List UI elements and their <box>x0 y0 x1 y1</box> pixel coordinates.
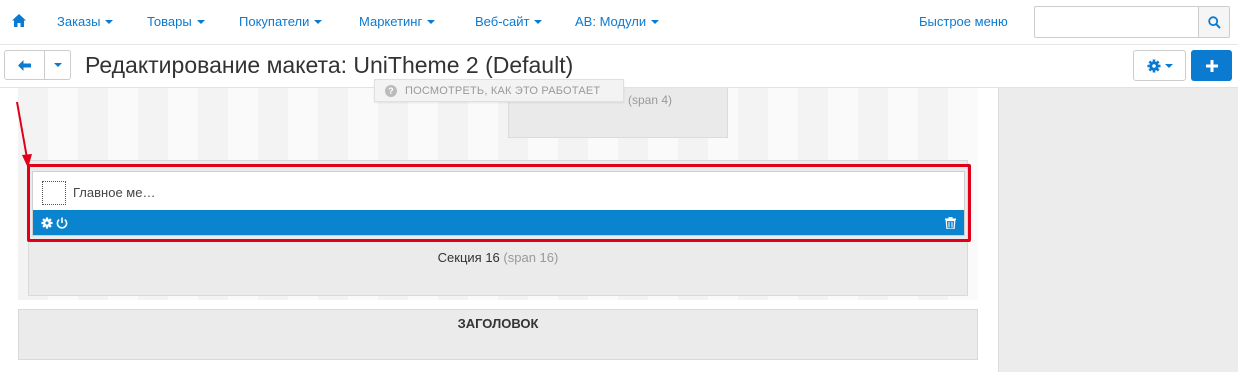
search-icon <box>1207 15 1221 29</box>
nav-orders-label: Заказы <box>57 14 101 29</box>
section-16-label: Секция 16 (span 16) <box>0 250 996 265</box>
section-span: (span 16) <box>503 250 559 265</box>
section-name: Секция 16 <box>437 250 500 265</box>
quick-menu-link[interactable]: Быстрое меню <box>919 14 1008 29</box>
main-menu-block[interactable]: Главное ме… <box>32 171 965 236</box>
trash-icon[interactable] <box>945 216 956 234</box>
chevron-down-icon <box>427 20 436 24</box>
nav-products[interactable]: Товары <box>147 14 205 29</box>
nav-marketing[interactable]: Маркетинг <box>359 14 436 29</box>
back-button-group <box>4 50 71 80</box>
search-button[interactable] <box>1198 7 1229 37</box>
gear-icon[interactable] <box>41 216 53 234</box>
gear-icon <box>1147 59 1160 72</box>
chevron-down-icon <box>651 20 660 24</box>
arrow-left-icon <box>18 59 31 71</box>
nav-website-label: Веб-сайт <box>475 14 530 29</box>
question-icon: ? <box>385 84 397 97</box>
back-button[interactable] <box>5 51 45 79</box>
power-icon[interactable] <box>56 216 68 234</box>
nav-orders[interactable]: Заказы <box>57 14 114 29</box>
add-button[interactable] <box>1191 50 1232 81</box>
page-title: Редактирование макета: UniTheme 2 (Defau… <box>85 52 574 78</box>
settings-button[interactable] <box>1133 50 1186 81</box>
chevron-down-icon <box>314 20 323 24</box>
nav-marketing-label: Маркетинг <box>359 14 423 29</box>
block-name: Главное ме… <box>73 185 156 200</box>
nav-products-label: Товары <box>147 14 192 29</box>
header-section-label: ЗАГОЛОВОК <box>457 316 539 331</box>
history-dropdown-button[interactable] <box>45 51 70 79</box>
chevron-down-icon <box>196 20 205 24</box>
how-it-works-tooltip[interactable]: ? ПОСМОТРЕТЬ, КАК ЭТО РАБОТАЕТ <box>374 79 624 102</box>
home-icon[interactable] <box>12 14 26 28</box>
block-action-bar <box>33 210 964 235</box>
right-sidebar <box>998 88 1238 372</box>
plus-icon <box>1205 59 1218 72</box>
nav-ab-modules[interactable]: AB: Модули <box>575 14 660 29</box>
top-grid-span-label: (span 4) <box>628 93 673 107</box>
how-it-works-label: ПОСМОТРЕТЬ, КАК ЭТО РАБОТАЕТ <box>405 84 601 97</box>
chevron-down-icon <box>1164 63 1173 68</box>
nav-ab-modules-label: AB: Модули <box>575 14 647 29</box>
chevron-down-icon <box>534 20 543 24</box>
block-placeholder-icon <box>42 181 66 205</box>
search-input[interactable] <box>1034 6 1230 38</box>
nav-customers-label: Покупатели <box>239 14 310 29</box>
chevron-down-icon <box>53 63 62 67</box>
nav-customers[interactable]: Покупатели <box>239 14 323 29</box>
annotation-arrow-icon <box>16 101 32 168</box>
nav-website[interactable]: Веб-сайт <box>475 14 543 29</box>
top-navbar: Заказы Товары Покупатели Маркетинг Веб-с… <box>0 0 1238 45</box>
chevron-down-icon <box>105 20 114 24</box>
